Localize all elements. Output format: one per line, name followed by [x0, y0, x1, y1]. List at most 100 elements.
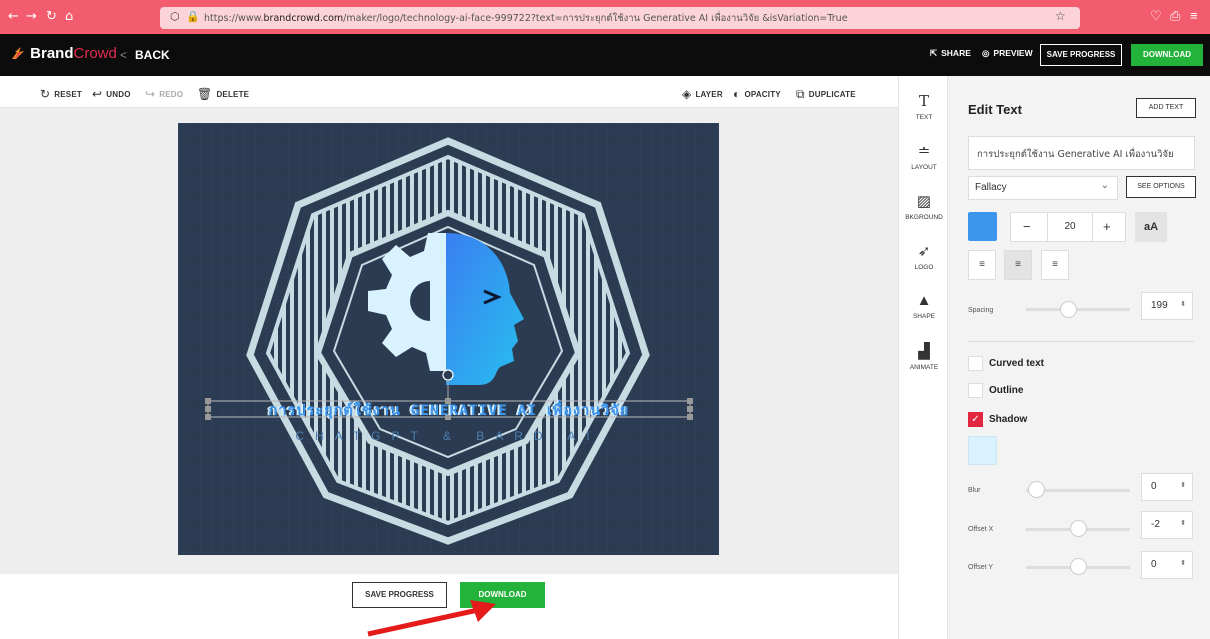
panel-divider	[968, 341, 1194, 342]
spacing-slider-handle[interactable]	[1060, 301, 1077, 318]
tab-animate[interactable]: ▟ ANIMATE	[899, 334, 949, 384]
browser-toolbar: ← → ↻ ⌂ ⬡ 🔒 https://www.brandcrowd.com/m…	[0, 0, 1210, 34]
curved-text-label: Curved text	[989, 358, 1045, 369]
layout-icon: ≐	[917, 143, 931, 160]
offset-y-slider-handle[interactable]	[1070, 558, 1087, 575]
align-right-button[interactable]: ≡	[1041, 250, 1069, 280]
opacity-icon: ◐	[733, 87, 741, 101]
logo-main-text[interactable]: การประยุกต์ใช้งาน GENERATIVE AI เพื่องาน…	[208, 399, 690, 422]
font-select[interactable]: Fallacy ⌄	[968, 176, 1118, 200]
add-text-button[interactable]: ADD TEXT	[1136, 98, 1196, 118]
tab-background[interactable]: ▨ BKGROUND	[899, 184, 949, 234]
offset-x-slider-handle[interactable]	[1070, 520, 1087, 537]
spinner-icon[interactable]: ⬍	[1180, 300, 1186, 308]
size-decrease-button[interactable]: −	[1023, 219, 1031, 234]
bookmark-star-icon[interactable]: ☆	[1055, 9, 1066, 23]
redo-icon: ↪	[145, 87, 156, 101]
editor-side-tabs: T TEXT ≐ LAYOUT ▨ BKGROUND ➶ LOGO ▲ SHAPE ▟ AN…	[898, 76, 948, 639]
logo-artwork	[178, 123, 719, 555]
pocket-icon[interactable]: ♡	[1150, 8, 1162, 24]
align-left-button[interactable]: ≡	[968, 250, 996, 280]
back-arrow-icon[interactable]: ←	[8, 9, 19, 24]
share-button[interactable]: ⇱ SHARE	[930, 48, 971, 59]
spinner-icon[interactable]: ⬍	[1180, 481, 1186, 489]
align-right-icon: ≡	[1052, 259, 1058, 270]
outline-label: Outline	[989, 385, 1024, 396]
layers-icon: ◈	[682, 87, 692, 101]
blur-label: Blur	[968, 487, 981, 494]
layer-button[interactable]: ◈ LAYER	[682, 87, 723, 101]
tab-shape[interactable]: ▲ SHAPE	[899, 284, 949, 334]
logo-canvas[interactable]: การประยุกต์ใช้งาน GENERATIVE AI เพื่องาน…	[178, 123, 719, 555]
address-bar[interactable]: ⬡ 🔒 https://www.brandcrowd.com/maker/log…	[160, 7, 1080, 29]
text-color-swatch[interactable]	[968, 212, 997, 241]
redo-button[interactable]: ↪ REDO	[145, 87, 183, 101]
offset-x-label: Offset X	[968, 526, 994, 533]
blur-slider-handle[interactable]	[1028, 481, 1045, 498]
text-case-toggle[interactable]: aA	[1135, 212, 1167, 242]
offset-x-input[interactable]: -2 ⬍	[1141, 511, 1193, 539]
text-content-field[interactable]: การประยุกต์ใช้งาน Generative AI เพื่องาน…	[968, 136, 1195, 170]
blur-input[interactable]: 0 ⬍	[1141, 473, 1193, 501]
text-icon: T	[918, 92, 929, 110]
menu-icon[interactable]: ≡	[1190, 8, 1198, 23]
check-icon: ✓	[971, 414, 980, 425]
lock-icon: 🔒	[186, 11, 200, 23]
align-center-icon: ≡	[1015, 259, 1021, 270]
trash-icon: 🗑	[197, 87, 213, 101]
spacing-label: Spacing	[968, 307, 994, 314]
size-increase-button[interactable]: +	[1103, 219, 1111, 234]
spinner-icon[interactable]: ⬍	[1180, 519, 1186, 527]
duplicate-icon: ⧉	[796, 87, 805, 101]
spacing-slider[interactable]	[1026, 308, 1130, 311]
delete-button[interactable]: 🗑 DELETE	[197, 87, 249, 101]
reload-icon[interactable]: ↻	[46, 9, 57, 24]
chevron-left-icon: <	[120, 48, 128, 62]
font-size-stepper: − 20 +	[1010, 212, 1126, 242]
preview-button[interactable]: ◎ PREVIEW	[982, 48, 1033, 59]
app-header: BrandCrowd < BACK ⇱ SHARE ◎ PREVIEW SAVE PR…	[0, 34, 1210, 76]
shapes-icon: ▲	[916, 292, 932, 309]
spinner-icon[interactable]: ⬍	[1180, 559, 1186, 567]
tab-logo[interactable]: ➶ LOGO	[899, 234, 949, 284]
extensions-icon[interactable]: ⎙	[1170, 8, 1180, 24]
editor-toolbar: ↻ RESET ↩ UNDO ↪ REDO 🗑 DELETE ◈ LAYER ◐ OPACI…	[0, 76, 898, 108]
outline-checkbox[interactable]	[968, 383, 983, 398]
offset-y-input[interactable]: 0 ⬍	[1141, 551, 1193, 579]
align-center-button[interactable]: ≡	[1004, 250, 1032, 280]
undo-icon: ↩	[92, 87, 103, 101]
shield-icon: ⬡	[170, 11, 180, 23]
url-text: https://www.brandcrowd.com/maker/logo/te…	[204, 13, 848, 24]
spacing-input[interactable]: 199 ⬍	[1141, 292, 1193, 320]
reset-button[interactable]: ↻ RESET	[40, 87, 82, 101]
shadow-label: Shadow	[989, 414, 1028, 425]
undo-button[interactable]: ↩ UNDO	[92, 87, 131, 101]
red-annotation-arrow	[367, 600, 496, 637]
logo-sub-text[interactable]: CHATGPT & BARD AI	[238, 429, 658, 443]
curved-text-checkbox[interactable]	[968, 356, 983, 371]
brandcrowd-logo[interactable]: BrandCrowd	[10, 45, 117, 62]
animate-icon: ▟	[918, 343, 930, 360]
shadow-color-swatch[interactable]	[968, 436, 997, 465]
eye-icon: ◎	[982, 48, 990, 58]
back-button[interactable]: < BACK	[120, 48, 170, 62]
save-progress-button[interactable]: SAVE PROGRESS	[1040, 44, 1122, 66]
forward-arrow-icon[interactable]: →	[26, 9, 37, 24]
font-size-value[interactable]: 20	[1047, 213, 1093, 241]
share-icon: ⇱	[930, 48, 938, 58]
see-options-button[interactable]: SEE OPTIONS	[1126, 176, 1196, 198]
chevron-down-icon: ⌄	[1100, 180, 1109, 191]
flame-logo-icon	[12, 47, 24, 59]
tab-layout[interactable]: ≐ LAYOUT	[899, 134, 949, 184]
duplicate-button[interactable]: ⧉ DUPLICATE	[796, 87, 856, 102]
reset-icon: ↻	[40, 87, 51, 101]
home-icon[interactable]: ⌂	[65, 9, 73, 24]
opacity-button[interactable]: ◐ OPACITY	[733, 87, 781, 101]
shadow-checkbox[interactable]: ✓	[968, 412, 983, 427]
download-button[interactable]: DOWNLOAD	[1131, 44, 1203, 66]
align-left-icon: ≡	[979, 259, 985, 270]
logo-bird-icon: ➶	[917, 243, 931, 260]
background-pattern-icon: ▨	[916, 193, 932, 210]
panel-title: Edit Text	[968, 102, 1022, 117]
tab-text[interactable]: T TEXT	[899, 84, 949, 134]
